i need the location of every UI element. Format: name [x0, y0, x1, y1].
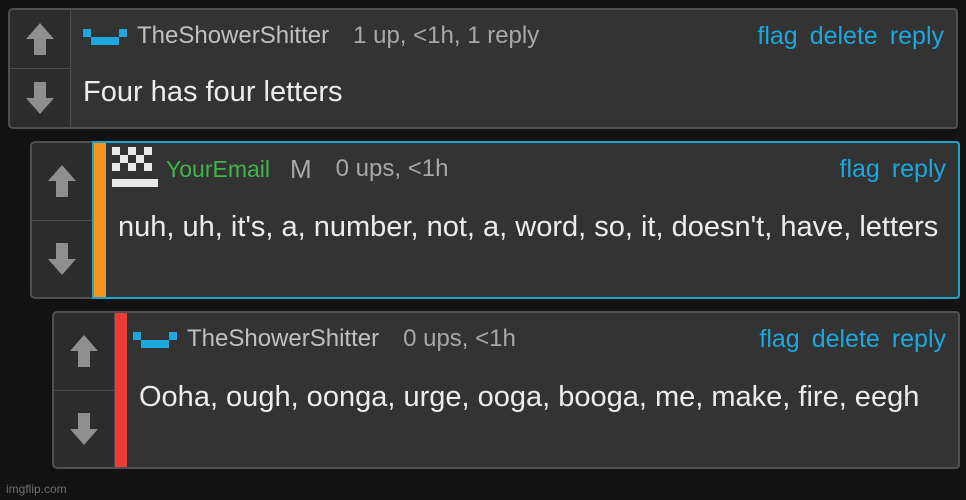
arrow-up-icon [26, 23, 54, 55]
flag-link[interactable]: flag [757, 22, 797, 51]
comment-text: Four has four letters [83, 76, 343, 108]
downvote-button[interactable] [32, 219, 92, 298]
delete-link[interactable]: delete [810, 22, 878, 51]
comment-actions: flag reply [840, 155, 947, 184]
arrow-down-icon [70, 412, 98, 445]
flag-link[interactable]: flag [840, 155, 880, 184]
vote-column [52, 311, 114, 469]
reply-accent-bar [115, 313, 127, 467]
comment-actions: flag delete reply [757, 22, 944, 51]
comment-meta: 0 ups, <1h [403, 325, 516, 352]
vote-column [30, 141, 92, 299]
arrow-up-icon [70, 335, 98, 368]
comment-meta: 0 ups, <1h [335, 155, 449, 182]
username-link[interactable]: YourEmail [166, 156, 270, 183]
downvote-button[interactable] [54, 389, 114, 468]
reply-link[interactable]: reply [890, 22, 944, 51]
username-link[interactable]: TheShowerShitter [137, 22, 329, 50]
reply-link[interactable]: reply [892, 325, 946, 354]
user-avatar-icon [112, 147, 158, 187]
arrow-down-icon [48, 242, 76, 275]
comment-header: TheShowerShitter 1 up, <1h, 1 reply flag… [83, 18, 944, 54]
arrow-up-icon [48, 165, 76, 198]
vote-column [8, 8, 70, 129]
comment-header: TheShowerShitter 0 ups, <1h flag delete … [133, 321, 946, 357]
user-avatar-icon [83, 29, 127, 45]
username-link[interactable]: TheShowerShitter [187, 325, 379, 353]
mod-badge: M [289, 153, 312, 184]
user-avatar-icon [133, 332, 177, 348]
downvote-button[interactable] [10, 68, 70, 127]
comment-1: TheShowerShitter 1 up, <1h, 1 reply flag… [8, 8, 958, 129]
reply-link[interactable]: reply [892, 155, 946, 184]
comment-body: YourEmail M 0 ups, <1h flag reply nuh, u… [92, 141, 960, 299]
comment-text: Ooha, ough, oonga, urge, ooga, booga, me… [139, 381, 920, 413]
comment-body: TheShowerShitter 0 ups, <1h flag delete … [114, 311, 960, 469]
upvote-button[interactable] [32, 143, 92, 220]
comment-2: YourEmail M 0 ups, <1h flag reply nuh, u… [30, 141, 960, 299]
arrow-down-icon [26, 82, 54, 114]
delete-link[interactable]: delete [812, 325, 880, 354]
comment-3: TheShowerShitter 0 ups, <1h flag delete … [52, 311, 960, 469]
watermark: imgflip.com [6, 482, 67, 496]
upvote-button[interactable] [10, 10, 70, 68]
upvote-button[interactable] [54, 313, 114, 390]
comment-body: TheShowerShitter 1 up, <1h, 1 reply flag… [70, 8, 958, 129]
flag-link[interactable]: flag [759, 325, 799, 354]
comment-actions: flag delete reply [759, 325, 946, 354]
comment-header: YourEmail M 0 ups, <1h flag reply [112, 147, 947, 187]
comment-text: nuh, uh, it's, a, number, not, a, word, … [118, 211, 939, 243]
comment-meta: 1 up, <1h, 1 reply [353, 22, 540, 49]
reply-accent-bar [94, 143, 106, 297]
